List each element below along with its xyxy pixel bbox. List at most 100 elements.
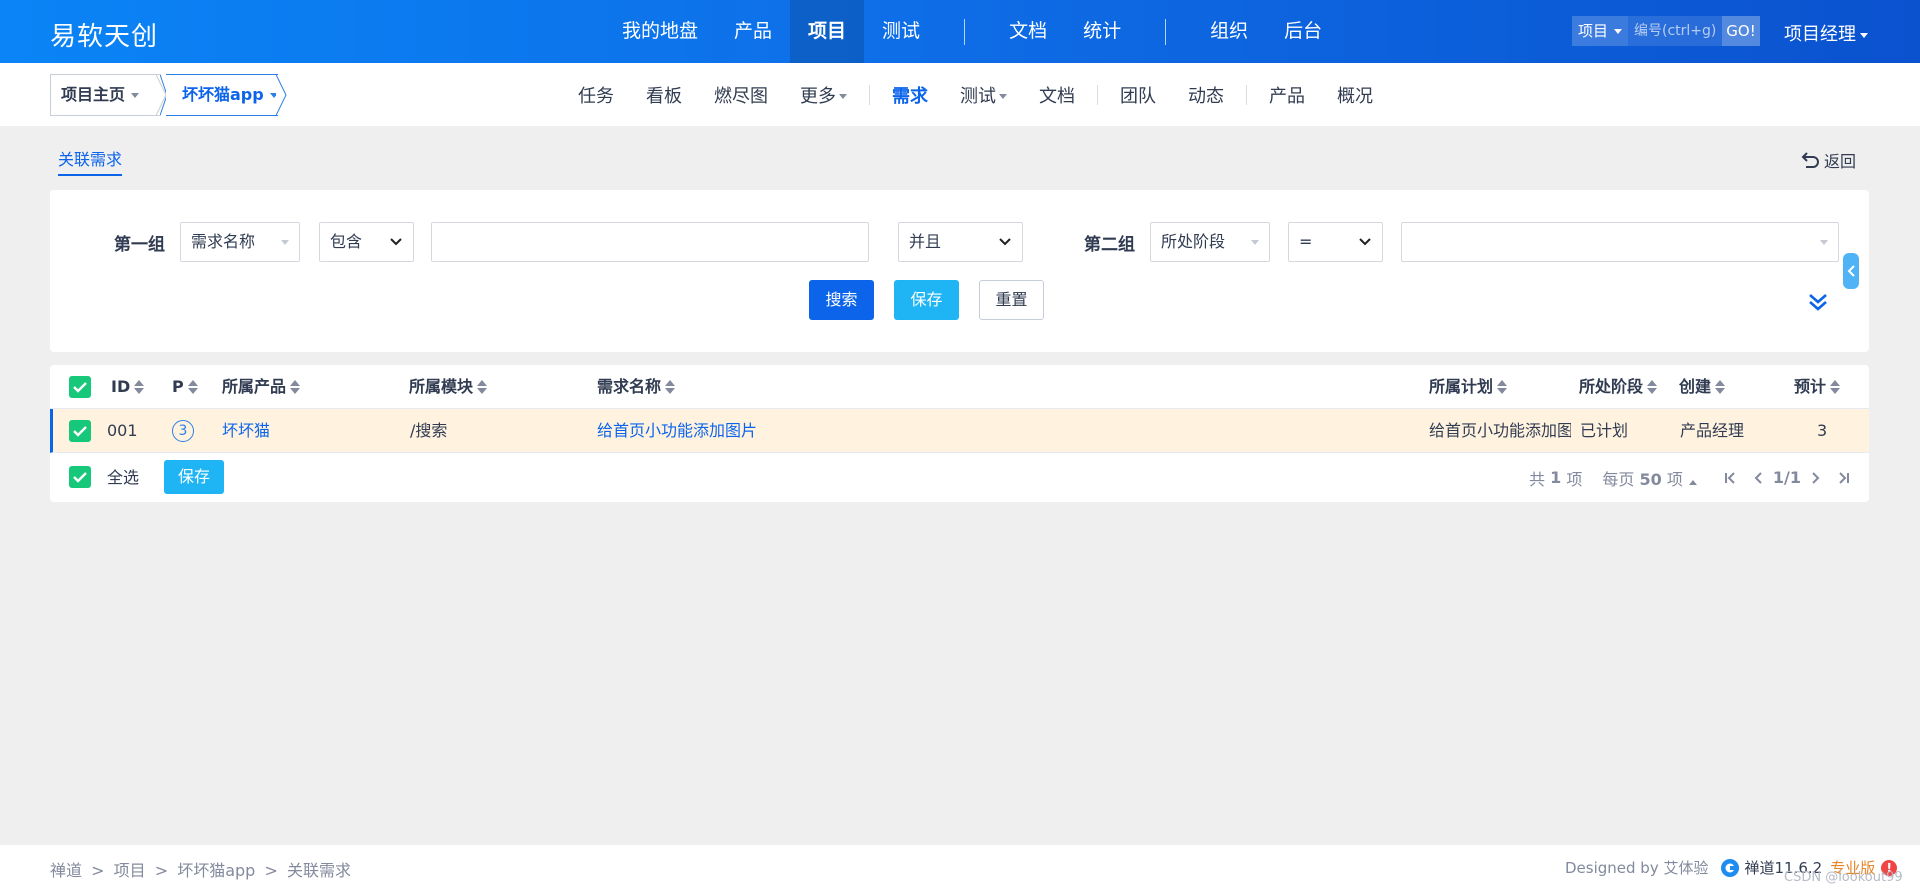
reset-button[interactable]: 重置	[979, 280, 1044, 320]
nav-qa[interactable]: 测试	[864, 0, 938, 63]
subnav-task[interactable]: 任务	[562, 82, 630, 108]
column-header-stage[interactable]: 所处阶段	[1579, 365, 1658, 409]
footer-crumb-app[interactable]: 坏坏猫app	[177, 861, 255, 880]
quick-search-input[interactable]	[1628, 16, 1722, 46]
subnav-test[interactable]: 测试	[944, 82, 1023, 108]
column-header-module[interactable]: 所属模块	[409, 365, 488, 409]
side-collapse-handle[interactable]	[1843, 253, 1859, 289]
chevron-left-icon	[1847, 265, 1855, 277]
subnav-doc[interactable]: 文档	[1023, 82, 1091, 108]
column-header-product[interactable]: 所属产品	[222, 365, 301, 409]
table-row[interactable]: 001 3 坏坏猫 /搜索 给首页小功能添加图片 给首页小功能添加图 已计划 产…	[50, 409, 1869, 453]
nav-project[interactable]: 项目	[790, 0, 865, 63]
footer-crumb-sep: >	[264, 861, 278, 880]
group2-label: 第二组	[1084, 235, 1135, 255]
save-query-button[interactable]: 保存	[894, 280, 959, 320]
quick-search-type[interactable]: 项目	[1572, 16, 1628, 46]
page-footer: 禅道 > 项目 > 坏坏猫app > 关联需求 Designed by 艾体验 …	[0, 845, 1920, 892]
cell-stage: 已计划	[1580, 421, 1629, 440]
nav-divider	[964, 18, 966, 45]
pager-total-suffix: 项	[1566, 469, 1583, 489]
select-all-checkbox[interactable]	[69, 466, 91, 488]
column-header-pri[interactable]: P	[172, 365, 198, 409]
subnav-product[interactable]: 产品	[1253, 82, 1321, 108]
cell-creator: 产品经理	[1680, 421, 1745, 440]
group2-field-select[interactable]: 所处阶段	[1150, 222, 1270, 262]
subnav-dynamic[interactable]: 动态	[1172, 82, 1240, 108]
subnav-story[interactable]: 需求	[876, 82, 944, 108]
column-header-plan[interactable]: 所属计划	[1429, 365, 1508, 409]
user-role-label: 项目经理	[1784, 24, 1856, 45]
subnav-view[interactable]: 概况	[1321, 82, 1389, 108]
footer-crumb-zentao[interactable]: 禅道	[50, 861, 82, 880]
column-header-id-label: ID	[111, 377, 131, 396]
footer-crumb-project[interactable]: 项目	[114, 861, 146, 880]
page-tab-link-story[interactable]: 关联需求	[58, 146, 123, 176]
breadcrumb-project-switcher[interactable]: 坏坏猫app	[166, 74, 278, 116]
subnav-more[interactable]: 更多	[784, 82, 863, 108]
link-save-button[interactable]: 保存	[164, 460, 224, 494]
nav-product[interactable]: 产品	[716, 0, 790, 63]
back-label: 返回	[1824, 152, 1857, 171]
user-menu[interactable]: 项目经理	[1784, 20, 1868, 46]
footer-crumb-sep: >	[91, 861, 105, 880]
search-button[interactable]: 搜索	[809, 280, 874, 320]
story-table: ID P 所属产品 所属模块 需求名称 所属计划 所处阶段 创建 预计 001 …	[50, 365, 1869, 502]
column-header-plan-label: 所属计划	[1429, 377, 1494, 396]
column-header-id[interactable]: ID	[111, 365, 145, 409]
group1-value-input[interactable]	[431, 222, 869, 262]
pager-total-prefix: 共	[1529, 469, 1546, 489]
designed-by[interactable]: Designed by 艾体验	[1565, 857, 1708, 878]
subnav-divider	[869, 84, 870, 105]
prev-page-icon[interactable]	[1751, 470, 1767, 486]
first-page-icon[interactable]	[1723, 470, 1739, 486]
nav-report[interactable]: 统计	[1065, 0, 1139, 63]
row-checkbox[interactable]	[69, 420, 91, 442]
select-all-label[interactable]: 全选	[107, 453, 139, 502]
group1-field-select[interactable]: 需求名称	[180, 222, 300, 262]
header-checkbox[interactable]	[69, 376, 91, 398]
breadcrumb-project-label: 坏坏猫app	[182, 85, 264, 104]
group1-operator-select[interactable]: 包含	[319, 222, 414, 262]
nav-my[interactable]: 我的地盘	[604, 0, 716, 63]
next-page-icon[interactable]	[1807, 470, 1823, 486]
group2-value-select[interactable]	[1401, 222, 1839, 262]
group1-label: 第一组	[114, 235, 165, 255]
nav-divider	[1165, 18, 1167, 45]
column-header-product-label: 所属产品	[222, 377, 287, 396]
pager-current-page: 1/1	[1772, 468, 1801, 487]
subnav-kanban[interactable]: 看板	[630, 82, 698, 108]
sort-icon	[665, 379, 676, 394]
check-icon	[73, 426, 87, 437]
last-page-icon[interactable]	[1835, 470, 1851, 486]
chevron-down-icon	[1251, 240, 1259, 245]
group2-operator-value: =	[1299, 232, 1313, 251]
sort-icon	[1497, 379, 1508, 394]
logic-select[interactable]: 并且	[898, 222, 1023, 262]
nav-admin[interactable]: 后台	[1266, 0, 1340, 63]
breadcrumb-project-home[interactable]: 项目主页	[50, 74, 160, 116]
nav-doc[interactable]: 文档	[991, 0, 1065, 63]
subnav-divider	[1246, 84, 1247, 105]
column-header-estimate[interactable]: 预计	[1794, 365, 1841, 409]
quick-search-go-button[interactable]: GO!	[1722, 16, 1760, 46]
brand-logo[interactable]: 易软天创	[50, 16, 158, 53]
column-header-creator[interactable]: 创建	[1679, 365, 1726, 409]
pager-per-page-selector[interactable]: 每页 50 项	[1602, 466, 1697, 490]
subnav-burndown[interactable]: 燃尽图	[698, 82, 784, 108]
group2-operator-select[interactable]: =	[1288, 222, 1383, 262]
cell-estimate: 3	[1817, 421, 1828, 440]
sort-icon	[1647, 379, 1658, 394]
watermark: CSDN @lookout99	[1784, 870, 1903, 885]
cell-product-link[interactable]: 坏坏猫	[222, 409, 270, 453]
footer-breadcrumb: 禅道 > 项目 > 坏坏猫app > 关联需求	[50, 857, 355, 881]
nav-company[interactable]: 组织	[1192, 0, 1266, 63]
subnav-team[interactable]: 团队	[1104, 82, 1172, 108]
back-button[interactable]: 返回	[1800, 148, 1856, 172]
sub-navbar: 项目主页 坏坏猫app 任务 看板 燃尽图 更多 需求 测试 文档 团队 动态 …	[0, 63, 1920, 126]
chevron-down-icon	[1359, 238, 1371, 246]
double-chevron-down-icon[interactable]	[1806, 290, 1830, 314]
table-footer: 全选 保存 共 1 项 每页 50 项 1/1	[50, 453, 1869, 502]
cell-title-link[interactable]: 给首页小功能添加图片	[597, 409, 757, 453]
column-header-title[interactable]: 需求名称	[597, 365, 676, 409]
